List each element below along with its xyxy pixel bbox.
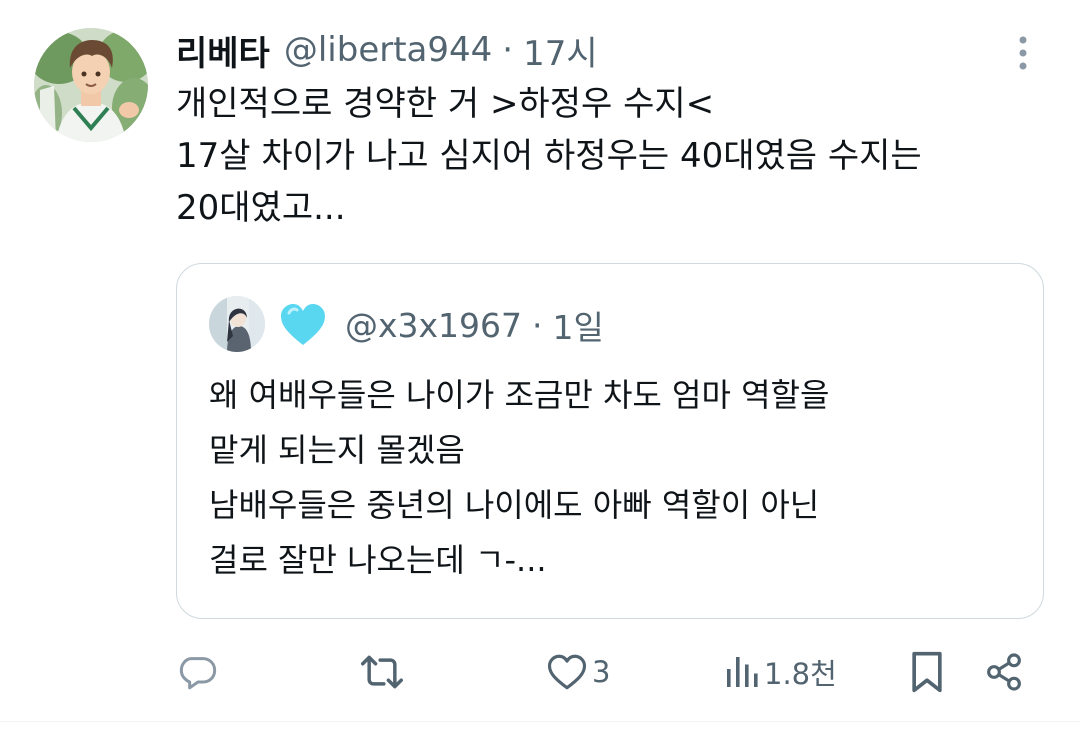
views-icon: [727, 657, 758, 687]
share-icon: [987, 653, 1021, 691]
tweet-text: 개인적으로 경약한 거 >하정우 수지< 17살 차이가 나고 심지어 하정우는…: [176, 84, 922, 228]
more-vertical-icon: [1019, 36, 1027, 70]
user-handle[interactable]: @liberta944: [284, 30, 492, 70]
bookmark-icon: [912, 651, 942, 693]
tweet[interactable]: 리베타 @liberta944 · 17시 개인적으로 경약한 거 >하정우 수…: [0, 0, 1080, 730]
quote-avatar-image: [209, 296, 265, 352]
quote-tweet-card[interactable]: @x3x1967 · 1일 왜 여배우들은 나이가 조금만 차도 엄마 역할을 …: [176, 263, 1044, 619]
timestamp[interactable]: 17시: [523, 26, 598, 75]
views-button[interactable]: 1.8천: [724, 640, 837, 704]
blue-heart-icon: [279, 303, 327, 347]
divider: [0, 721, 1080, 722]
bookmark-button[interactable]: [908, 640, 946, 704]
quote-timestamp[interactable]: 1일: [553, 301, 604, 349]
quote-separator-dot: ·: [532, 305, 543, 345]
avatar[interactable]: [34, 28, 148, 142]
views-count: 1.8천: [764, 657, 837, 691]
quote-avatar[interactable]: [209, 296, 265, 352]
reply-icon: [179, 657, 217, 690]
like-count: 3: [592, 655, 611, 689]
action-bar: 3 1.8천: [0, 640, 1080, 704]
more-options-button[interactable]: [1000, 30, 1046, 76]
heart-icon: [547, 654, 587, 690]
reply-button[interactable]: [178, 640, 218, 704]
tweet-header: 리베타 @liberta944 · 17시: [176, 26, 598, 74]
share-button[interactable]: [984, 640, 1024, 704]
avatar-image: [34, 28, 148, 142]
quote-header: @x3x1967 · 1일: [279, 300, 604, 350]
display-name[interactable]: 리베타: [176, 26, 270, 75]
repost-icon: [361, 655, 403, 689]
repost-button[interactable]: [360, 640, 404, 704]
like-button[interactable]: 3: [546, 640, 610, 704]
quote-handle[interactable]: @x3x1967: [345, 306, 522, 345]
quote-text: 왜 여배우들은 나이가 조금만 차도 엄마 역할을 맡게 되는지 몰겠음 남배우…: [209, 376, 830, 579]
separator-dot: ·: [502, 30, 514, 70]
